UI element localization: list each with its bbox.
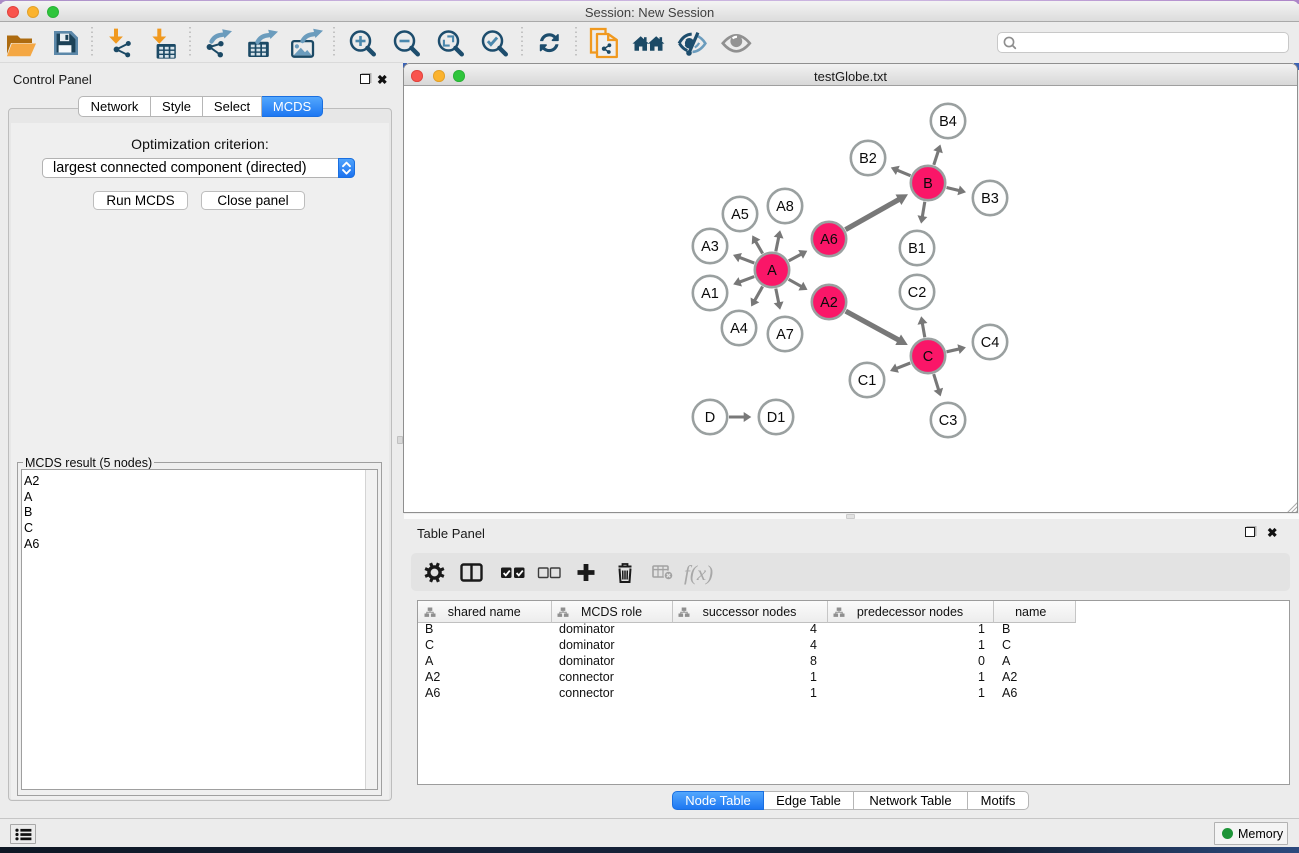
svg-text:B2: B2 (859, 151, 877, 167)
svg-text:B4: B4 (939, 114, 957, 130)
svg-text:D: D (705, 410, 715, 426)
svg-text:C4: C4 (981, 335, 1000, 351)
svg-text:B3: B3 (981, 191, 999, 207)
svg-text:A5: A5 (731, 207, 749, 223)
svg-text:C: C (923, 349, 933, 365)
svg-text:A8: A8 (776, 199, 794, 215)
svg-text:A3: A3 (701, 239, 719, 255)
svg-text:A2: A2 (820, 295, 838, 311)
svg-text:B: B (923, 176, 933, 192)
svg-text:A: A (767, 263, 777, 279)
svg-text:A4: A4 (730, 321, 748, 337)
svg-text:C2: C2 (908, 285, 927, 301)
svg-text:D1: D1 (767, 410, 786, 426)
svg-text:A6: A6 (820, 232, 838, 248)
svg-text:A1: A1 (701, 286, 719, 302)
svg-text:A7: A7 (776, 327, 794, 343)
svg-text:C1: C1 (858, 373, 877, 389)
svg-text:f(x): f(x) (684, 561, 713, 585)
svg-text:C3: C3 (939, 413, 958, 429)
svg-text:B1: B1 (908, 241, 926, 257)
